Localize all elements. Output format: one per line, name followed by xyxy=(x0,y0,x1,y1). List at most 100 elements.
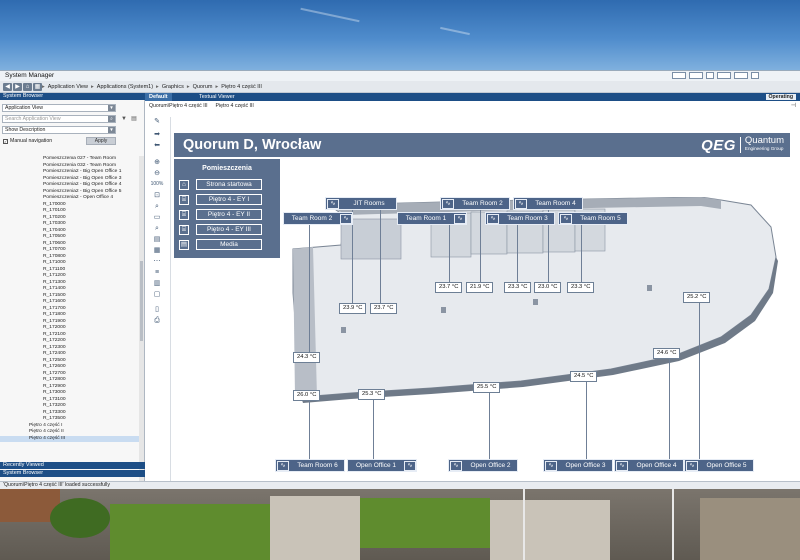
trend-chart-icon[interactable]: ∿ xyxy=(616,461,628,471)
pin-icon[interactable]: ⊣ xyxy=(791,102,796,109)
zoom-out-icon[interactable]: ⊖ xyxy=(152,169,162,178)
room-button-team-room-1[interactable]: Team Room 1 ∿ xyxy=(397,212,467,225)
building-icon[interactable]: ⌸ xyxy=(179,210,189,220)
breadcrumb-item[interactable]: Applications (System1) xyxy=(97,83,153,91)
tree-scrollbar[interactable] xyxy=(139,156,144,484)
trend-chart-icon[interactable]: ∿ xyxy=(450,461,462,471)
room-button-team-room-4[interactable]: ∿ Team Room 4 xyxy=(513,197,583,210)
trend-chart-icon[interactable]: ∿ xyxy=(442,199,454,209)
back-icon[interactable]: ◀ xyxy=(3,83,12,91)
home-icon[interactable]: ⌂ xyxy=(23,83,32,91)
pen-icon[interactable]: ✎ xyxy=(152,117,162,126)
room-button-label[interactable]: Open Office 2 xyxy=(464,461,517,471)
home-icon[interactable]: ⌂ xyxy=(179,180,189,190)
room-button-label[interactable]: Open Office 4 xyxy=(630,461,683,471)
room-button-open-office-3[interactable]: ∿ Open Office 3 xyxy=(543,459,613,472)
building-icon[interactable]: ⌸ xyxy=(179,225,189,235)
room-button-open-office-1[interactable]: Open Office 1 ∿ xyxy=(347,459,417,472)
coverage-icon[interactable]: ⋯ xyxy=(152,257,162,266)
room-button-label[interactable]: JIT Rooms xyxy=(342,199,396,209)
breadcrumb-item[interactable]: Piętro 4 część III xyxy=(221,83,262,91)
room-button-team-room-5[interactable]: ∿ Team Room 5 xyxy=(558,212,628,225)
zoom-level[interactable]: 100% xyxy=(150,180,164,189)
layout-small-button[interactable] xyxy=(706,72,714,79)
layout-two-pane-button[interactable] xyxy=(689,72,703,79)
breadcrumb-item[interactable]: Graphics xyxy=(162,83,184,91)
room-button-label[interactable]: Team Room 5 xyxy=(574,214,627,224)
save-filter-icon[interactable]: ▤ xyxy=(131,116,137,122)
layers-icon[interactable]: ▤ xyxy=(152,235,162,244)
screen-icon[interactable]: ▭ xyxy=(152,213,162,222)
room-button-open-office-5[interactable]: ∿ Open Office 5 xyxy=(684,459,754,472)
room-button-label[interactable]: Team Room 6 xyxy=(291,461,344,471)
menu-item-floor-ey2[interactable]: ⌸ Piętro 4 - EY II xyxy=(179,209,275,220)
media-icon[interactable]: ▤ xyxy=(179,240,189,250)
checkbox-icon[interactable]: ✓ xyxy=(3,138,8,144)
trend-chart-icon[interactable]: ∿ xyxy=(515,199,527,209)
building-icon[interactable]: ⌸ xyxy=(179,195,189,205)
print-icon[interactable]: ⎙ xyxy=(152,316,162,325)
zoom-select-icon[interactable]: ⌕ xyxy=(152,202,162,211)
menu-button-label[interactable]: Media xyxy=(196,239,262,250)
tab-default[interactable]: Default xyxy=(145,93,172,101)
trend-chart-icon[interactable]: ∿ xyxy=(404,461,416,471)
room-button-open-office-4[interactable]: ∿ Open Office 4 xyxy=(614,459,684,472)
table-icon[interactable]: ▥ xyxy=(152,279,162,288)
view-select[interactable]: Application View ▼ xyxy=(2,104,116,112)
document-icon[interactable]: ▯ xyxy=(152,305,162,314)
trend-chart-icon[interactable]: ∿ xyxy=(454,214,466,224)
layout-icon[interactable]: ▦ xyxy=(152,246,162,255)
filter-icon[interactable]: ▼ xyxy=(121,116,127,122)
menu-item-home[interactable]: ⌂ Strona startowa xyxy=(179,179,275,190)
trend-chart-icon[interactable]: ∿ xyxy=(686,461,698,471)
breadcrumb-item[interactable]: Quorum xyxy=(193,83,213,91)
trend-chart-icon[interactable]: ∿ xyxy=(545,461,557,471)
room-button-team-room-3[interactable]: ∿ Team Room 3 xyxy=(485,212,555,225)
room-button-label[interactable]: Team Room 2 xyxy=(456,199,509,209)
show-select[interactable]: Show Description ▼ xyxy=(2,126,116,134)
manual-navigation-toggle[interactable]: ✓ Manual navigation xyxy=(3,138,52,144)
zoom-in-icon[interactable]: ⊕ xyxy=(152,158,162,167)
room-button-label[interactable]: Open Office 5 xyxy=(700,461,753,471)
room-button-team-room-2-west[interactable]: Team Room 2 ∿ xyxy=(283,212,353,225)
room-button-label[interactable]: Open Office 3 xyxy=(559,461,612,471)
scrollbar-thumb[interactable] xyxy=(140,261,143,341)
apply-button[interactable]: Apply xyxy=(86,137,116,145)
room-button-label[interactable]: Team Room 3 xyxy=(501,214,554,224)
layout-one-pane-button[interactable] xyxy=(672,72,686,79)
trend-chart-icon[interactable]: ∿ xyxy=(340,214,352,224)
properties-icon[interactable]: ▢ xyxy=(152,290,162,299)
room-button-team-room-6[interactable]: ∿ Team Room 6 xyxy=(275,459,345,472)
trend-chart-icon[interactable]: ∿ xyxy=(277,461,289,471)
menu-button-label[interactable]: Strona startowa xyxy=(196,179,262,190)
menu-button-label[interactable]: Piętro 4 - EY I xyxy=(196,194,262,205)
trend-chart-icon[interactable]: ∿ xyxy=(560,214,572,224)
room-button-open-office-2[interactable]: ∿ Open Office 2 xyxy=(448,459,518,472)
system-browser-footer[interactable]: System Browser xyxy=(0,470,145,477)
layout-extra-button[interactable] xyxy=(751,72,759,79)
grid-icon[interactable]: ▦ xyxy=(33,83,42,91)
breadcrumb-item[interactable]: Application View xyxy=(48,83,88,91)
trend-chart-icon[interactable]: ∿ xyxy=(487,214,499,224)
tab-textual-viewer[interactable]: Textual Viewer xyxy=(195,93,239,101)
room-button-label[interactable]: Team Room 2 xyxy=(286,214,338,224)
recently-viewed-header[interactable]: Recently Viewed xyxy=(0,462,145,469)
room-button-jit-rooms[interactable]: ∿ JIT Rooms xyxy=(325,197,397,210)
arrow-left-icon[interactable]: ⬅ xyxy=(152,141,162,150)
tree-item[interactable]: Piętro 4 część III xyxy=(0,435,139,442)
arrow-right-icon[interactable]: ➡ xyxy=(152,130,162,139)
search-input[interactable]: Search Application View ⌕ xyxy=(2,115,116,123)
room-button-label[interactable]: Open Office 1 xyxy=(350,461,402,471)
layout-four-pane-button[interactable] xyxy=(734,72,748,79)
operating-mode-button[interactable]: Operating xyxy=(765,94,796,100)
fit-icon[interactable]: ⊡ xyxy=(152,191,162,200)
layout-three-pane-button[interactable] xyxy=(717,72,731,79)
menu-button-label[interactable]: Piętro 4 - EY III xyxy=(196,224,262,235)
forward-icon[interactable]: ▶ xyxy=(13,83,22,91)
room-button-team-room-2[interactable]: ∿ Team Room 2 xyxy=(440,197,510,210)
trend-chart-icon[interactable]: ∿ xyxy=(327,199,339,209)
menu-item-floor-ey3[interactable]: ⌸ Piętro 4 - EY III xyxy=(179,224,275,235)
room-button-label[interactable]: Team Room 4 xyxy=(529,199,582,209)
menu-button-label[interactable]: Piętro 4 - EY II xyxy=(196,209,262,220)
menu-item-floor-ey1[interactable]: ⌸ Piętro 4 - EY I xyxy=(179,194,275,205)
